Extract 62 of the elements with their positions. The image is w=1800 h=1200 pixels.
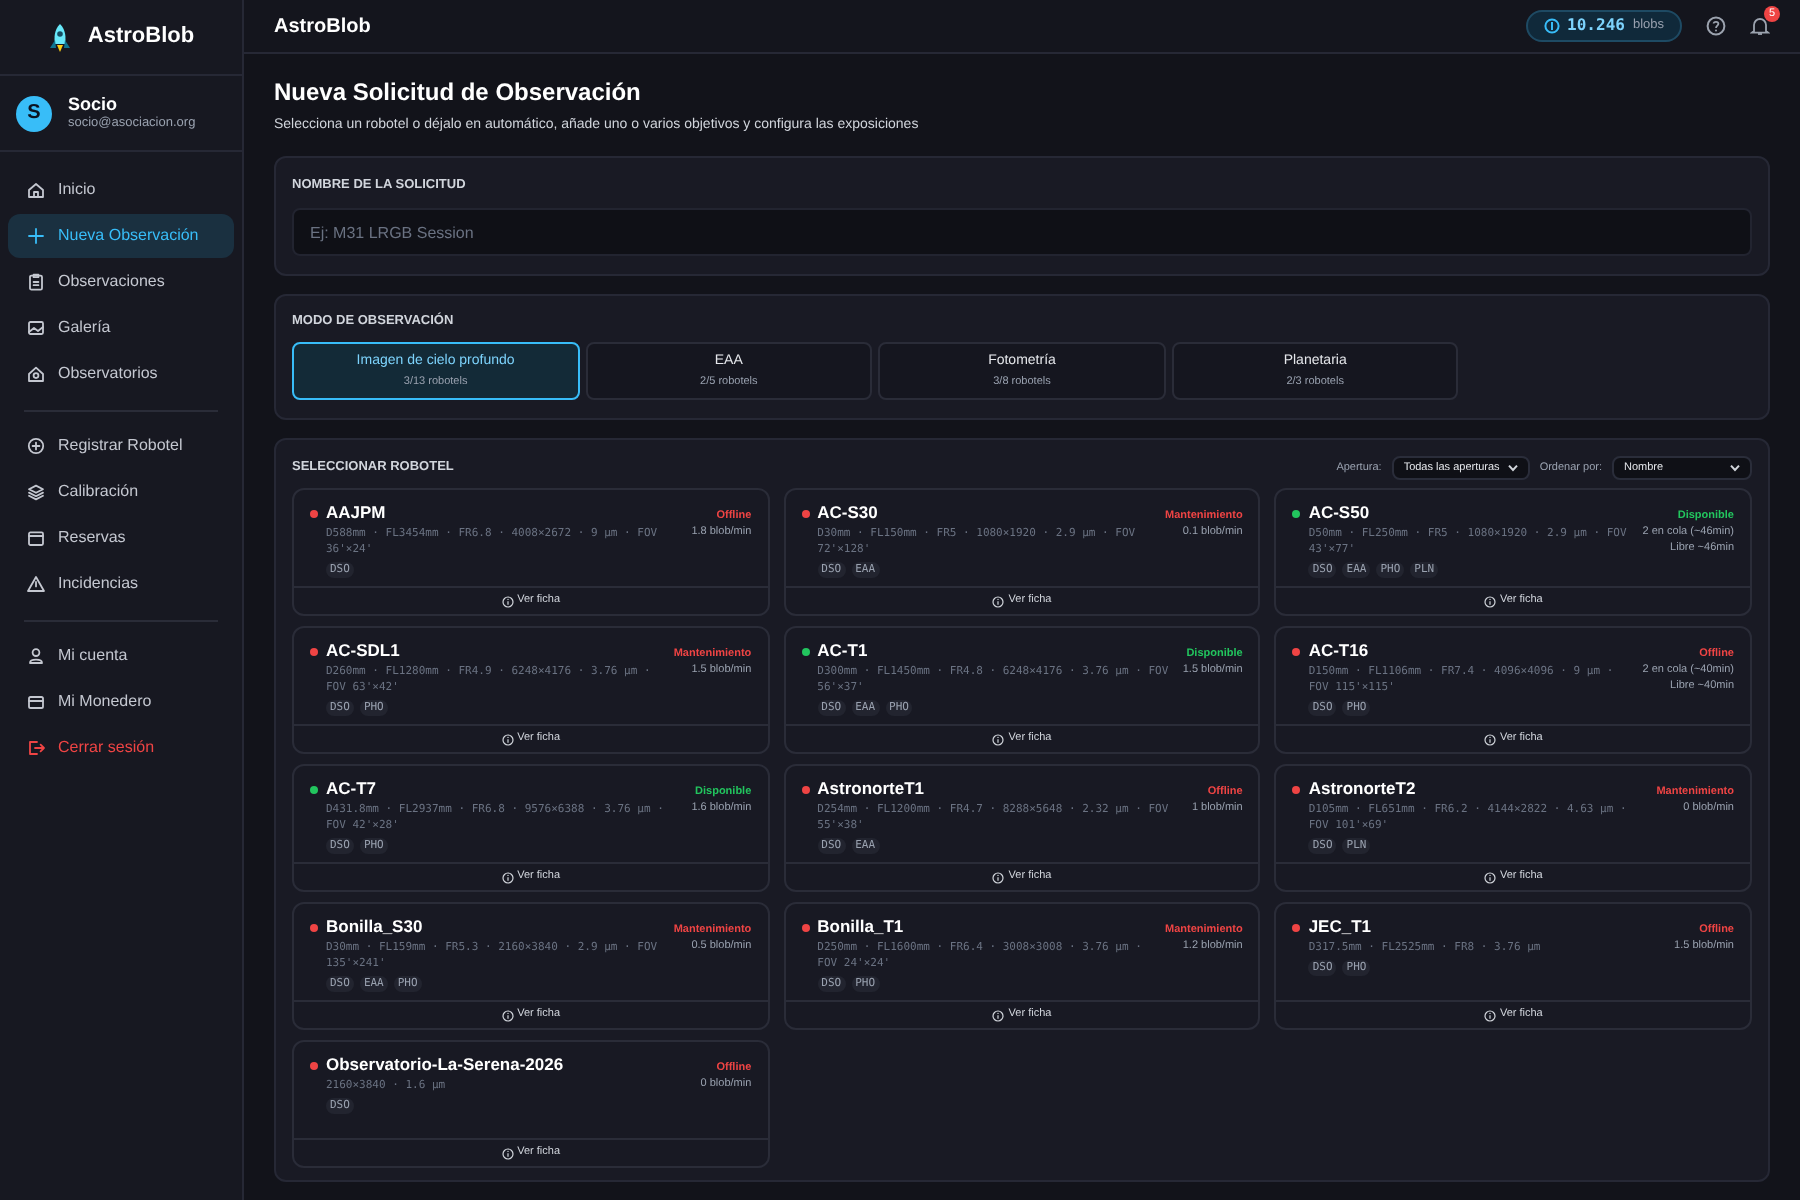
info-icon xyxy=(1483,871,1496,883)
nav-item[interactable]: Incidencias xyxy=(8,562,234,607)
robotel-name: AC-S30 xyxy=(817,504,880,521)
nav-item[interactable]: Mi Monedero xyxy=(8,680,234,725)
nav-item[interactable]: Cerrar sesión xyxy=(8,726,234,771)
robotel-name: AstronorteT2 xyxy=(1308,780,1418,797)
robotel-name: Bonilla_T1 xyxy=(817,918,906,935)
robotel-name: AAJPM xyxy=(326,504,388,521)
chevron-icon xyxy=(1507,464,1518,472)
robotel-name: JEC_T1 xyxy=(1308,918,1374,935)
house-icon xyxy=(26,364,46,385)
nav-item[interactable]: Mi cuenta xyxy=(8,634,234,679)
robotel-name: AstronorteT1 xyxy=(817,780,927,797)
user-avatar: S xyxy=(16,95,52,132)
warning-icon xyxy=(26,574,46,595)
nav-item[interactable]: Registrar Robotel xyxy=(8,424,234,469)
info-icon xyxy=(1483,733,1496,745)
info-icon xyxy=(501,733,514,745)
help-icon[interactable] xyxy=(1706,16,1726,36)
info-icon xyxy=(1483,595,1496,607)
info-icon xyxy=(501,1147,514,1159)
nav-item[interactable]: Observaciones xyxy=(8,260,234,305)
robotel-name: AC-T7 xyxy=(326,780,379,797)
layers-icon xyxy=(26,482,46,503)
info-icon xyxy=(501,1009,514,1021)
rocket-logo-icon xyxy=(47,23,72,51)
bell-icon[interactable] xyxy=(1750,16,1770,36)
robotel-name: Observatorio-La-Serena-2026 xyxy=(326,1056,566,1073)
nav-item[interactable]: Calibración xyxy=(8,470,234,515)
robotel-name: AC-T1 xyxy=(817,642,870,659)
plus-icon xyxy=(26,226,46,247)
info-icon xyxy=(501,595,514,607)
nav-item[interactable]: Reservas xyxy=(8,516,234,561)
wallet-icon xyxy=(26,692,46,713)
page-header-title: AstroBlob xyxy=(274,13,371,41)
clipboard-icon xyxy=(26,272,46,293)
robotel-name: AC-SDL1 xyxy=(326,642,402,659)
user-name: Socio xyxy=(68,94,120,116)
app-name: AstroBlob xyxy=(87,22,195,53)
request-name-field[interactable]: Ej: M31 LRGB Session xyxy=(292,208,1752,257)
nav-item[interactable]: Inicio xyxy=(8,168,234,213)
image-icon xyxy=(26,318,46,339)
user-icon xyxy=(26,646,46,667)
info-icon xyxy=(992,595,1005,607)
info-icon xyxy=(501,871,514,883)
info-icon xyxy=(992,871,1005,883)
info-icon xyxy=(992,1009,1005,1021)
chevron-icon xyxy=(1730,464,1740,472)
logout-icon xyxy=(26,738,46,759)
nav-item[interactable]: Nueva Observación xyxy=(8,214,234,259)
coin-icon xyxy=(1543,18,1560,34)
info-icon xyxy=(1483,1009,1496,1021)
nav-item[interactable]: Observatorios xyxy=(8,352,234,397)
robotel-name: Bonilla_S30 xyxy=(326,918,425,935)
home-icon xyxy=(26,180,46,201)
plus-circle-icon xyxy=(26,436,46,457)
nav-item[interactable]: Galería xyxy=(8,306,234,351)
calendar-icon xyxy=(26,528,46,549)
info-icon xyxy=(992,733,1005,745)
page-title: Nueva Solicitud de Observación xyxy=(274,76,643,110)
robotel-name: AC-T16 xyxy=(1308,642,1371,659)
robotel-name: AC-S50 xyxy=(1308,504,1372,521)
